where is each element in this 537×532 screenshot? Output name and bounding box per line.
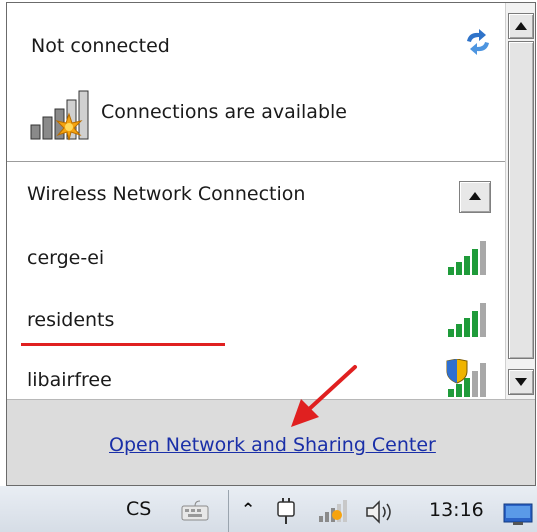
scrollbar[interactable]: [505, 3, 535, 399]
show-hidden-icons-chevron[interactable]: ⌃: [241, 500, 255, 520]
section-header: Wireless Network Connection: [27, 183, 306, 205]
power-plug-icon[interactable]: [273, 498, 299, 526]
network-item-cerge-ei[interactable]: cerge-ei: [27, 247, 104, 269]
triangle-up-icon: [469, 192, 481, 200]
flyout-footer: Open Network and Sharing Center: [7, 399, 535, 485]
flyout-content: Not connected Connections are available …: [7, 3, 505, 399]
annotation-underline: [21, 343, 225, 346]
availability-text: Connections are available: [101, 101, 347, 123]
open-network-sharing-center-link[interactable]: Open Network and Sharing Center: [109, 434, 436, 456]
refresh-icon[interactable]: [461, 27, 495, 57]
separator: [7, 161, 505, 162]
taskbar: CS ⌃ 13:16: [0, 486, 537, 532]
connection-status: Not connected: [31, 35, 170, 57]
network-flyout: Not connected Connections are available …: [6, 2, 536, 486]
scroll-up-button[interactable]: [508, 13, 534, 39]
scroll-down-button[interactable]: [508, 369, 534, 395]
language-indicator[interactable]: CS: [126, 498, 151, 520]
keyboard-icon[interactable]: [180, 498, 210, 522]
signal-strength-icon: [448, 303, 486, 337]
network-tray-icon[interactable]: [317, 500, 351, 524]
network-item-libairfree[interactable]: libairfree: [27, 369, 112, 391]
network-item-residents[interactable]: residents: [27, 309, 114, 331]
collapse-button[interactable]: [459, 181, 491, 213]
clock[interactable]: 13:16: [429, 499, 484, 521]
system-tray: ⌃ 13:16: [228, 490, 537, 532]
arrow-up-icon: [515, 22, 527, 30]
scroll-thumb[interactable]: [508, 41, 534, 359]
arrow-down-icon: [515, 378, 527, 386]
network-available-icon: [30, 90, 89, 141]
security-shield-icon: [446, 359, 486, 397]
volume-icon[interactable]: [365, 498, 397, 526]
show-desktop-icon[interactable]: [503, 502, 533, 526]
signal-strength-icon: [448, 241, 486, 275]
